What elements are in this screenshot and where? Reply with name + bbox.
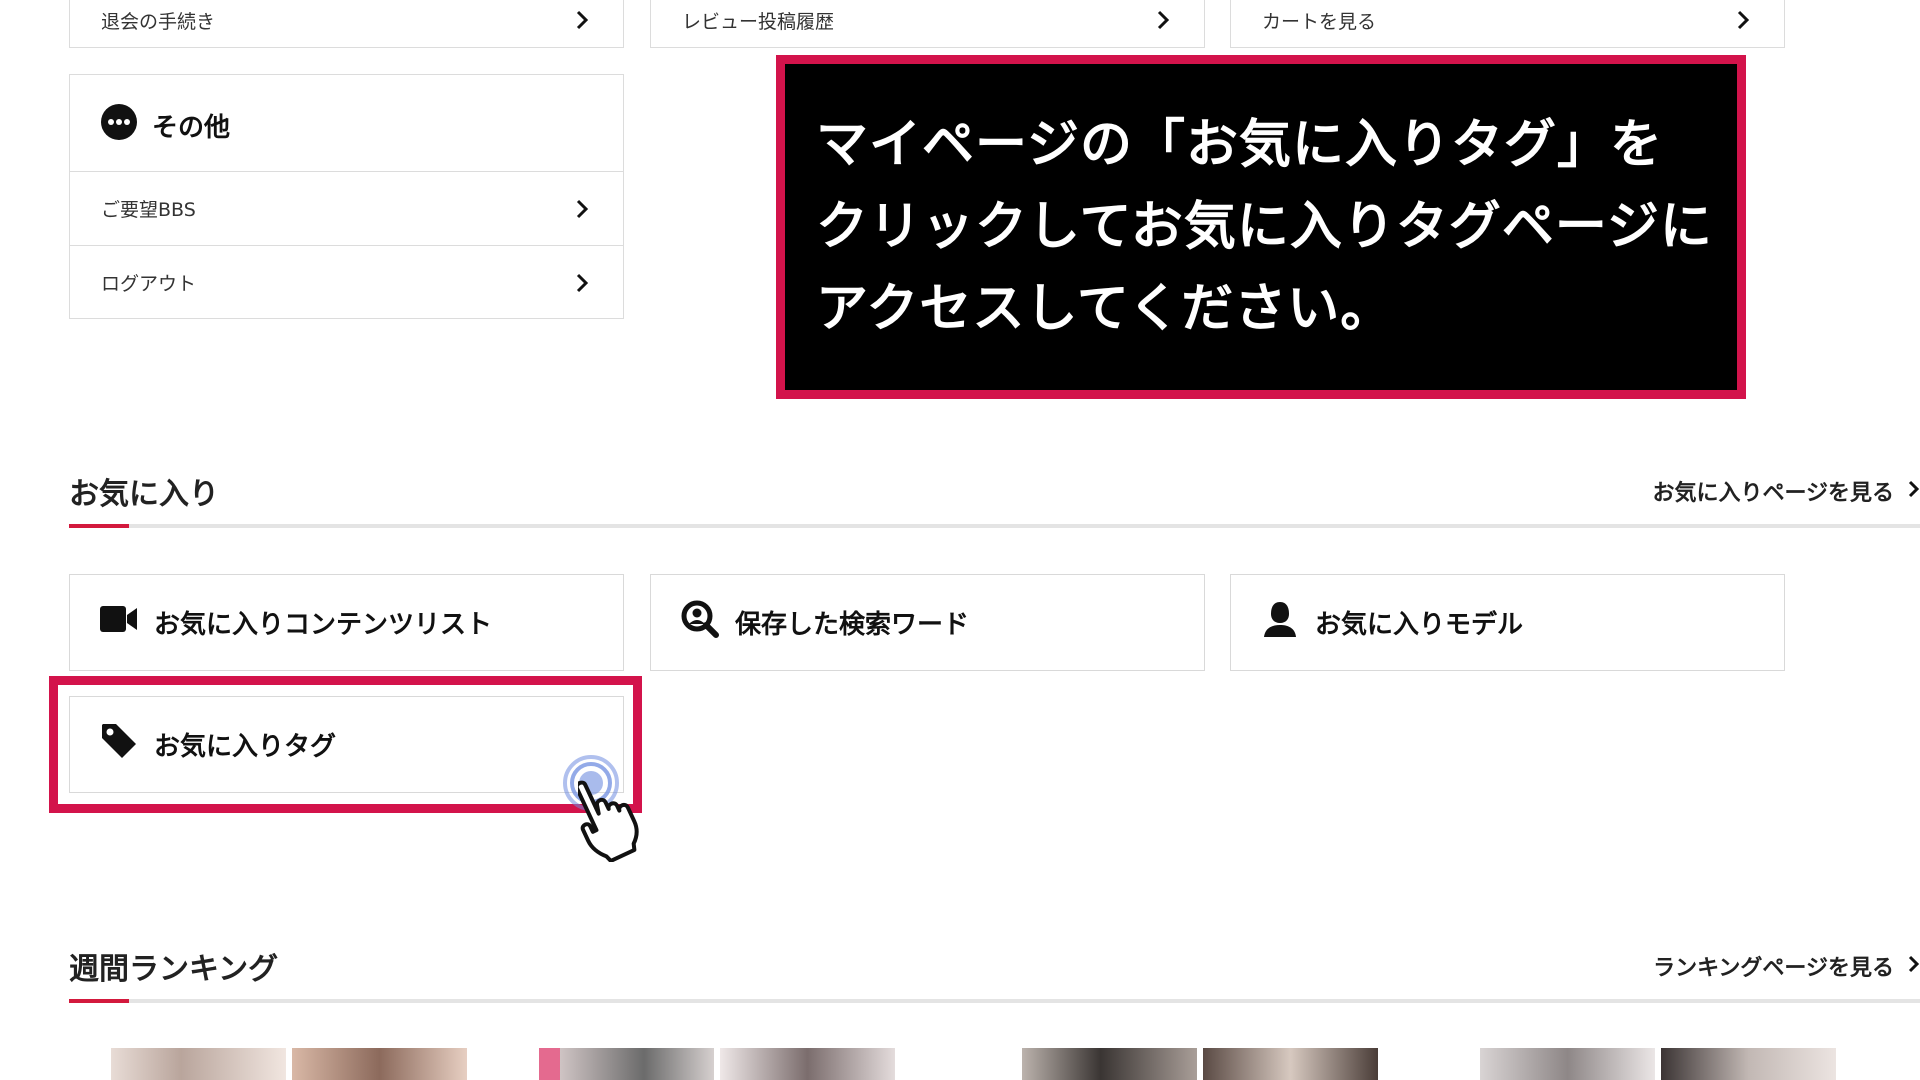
callout-line-2: クリックしてお気に入りタグページに: [816, 197, 1713, 257]
ranking-thumbnails-group-1[interactable]: [111, 1048, 467, 1080]
ranking-thumbnail[interactable]: [539, 1048, 714, 1080]
ranking-thumbnails-group-3[interactable]: [1022, 1048, 1378, 1080]
callout-line-1: マイページの「お気に入りタグ」を: [816, 115, 1663, 175]
saved-search-words-label: 保存した検索ワード: [735, 610, 970, 640]
person-icon: [1261, 600, 1299, 645]
ranking-thumbnail[interactable]: [292, 1048, 467, 1080]
ranking-thumbnail[interactable]: [111, 1048, 286, 1080]
callout-line-3: アクセスしてください。: [816, 279, 1394, 339]
ranking-page-link-label: ランキングページを見る: [1653, 956, 1894, 981]
favorites-section-title: お気に入り: [69, 477, 219, 512]
favorite-models-label: お気に入りモデル: [1315, 610, 1524, 640]
section-accent-bar: [69, 999, 129, 1003]
other-group-card: その他 ご要望BBS ログアウト: [69, 74, 624, 319]
more-dots-icon: [100, 103, 138, 148]
ranking-section-title: 週間ランキング: [69, 952, 279, 987]
top-card-review-history[interactable]: レビュー投稿履歴: [650, 0, 1205, 48]
logout-link[interactable]: ログアウト: [70, 246, 623, 319]
ranking-thumbnail[interactable]: [720, 1048, 895, 1080]
other-group-title: その他: [152, 113, 231, 143]
ranking-thumbnail[interactable]: [1203, 1048, 1378, 1080]
favorites-page-link[interactable]: お気に入りページを見る: [1652, 475, 1920, 507]
chevron-right-icon: [1152, 9, 1174, 31]
chevron-right-icon: [1732, 9, 1754, 31]
ranking-thumbnail[interactable]: [1480, 1048, 1655, 1080]
top-card-withdraw[interactable]: 退会の手続き: [69, 0, 624, 48]
hand-cursor-icon: [574, 772, 673, 863]
cart-link-label: カートを見る: [1262, 10, 1377, 33]
ranking-thumbnails-group-4[interactable]: [1480, 1048, 1836, 1080]
bbs-request-label: ご要望BBS: [101, 199, 196, 221]
bbs-request-link[interactable]: ご要望BBS: [70, 172, 623, 245]
instruction-callout: マイページの「お気に入りタグ」を クリックしてお気に入りタグページに アクセスし…: [776, 55, 1746, 399]
favorite-tags-highlight-frame: [49, 676, 642, 813]
withdraw-link-label: 退会の手続き: [101, 10, 216, 33]
video-camera-icon: [100, 604, 138, 641]
top-card-cart[interactable]: カートを見る: [1230, 0, 1785, 48]
logout-label: ログアウト: [101, 273, 197, 295]
chevron-right-icon: [571, 9, 593, 31]
ranking-thumbnail[interactable]: [1022, 1048, 1197, 1080]
other-group-header: その他: [100, 103, 230, 148]
ranking-thumbnail[interactable]: [1661, 1048, 1836, 1080]
saved-search-words-button[interactable]: 保存した検索ワード: [650, 574, 1205, 671]
chevron-right-icon: [571, 198, 593, 220]
chevron-right-icon: [571, 272, 593, 294]
favorites-page-link-label: お気に入りページを見る: [1652, 481, 1894, 506]
favorite-models-button[interactable]: お気に入りモデル: [1230, 574, 1785, 671]
favorite-contents-list-label: お気に入りコンテンツリスト: [154, 610, 493, 640]
favorites-section-underline: [69, 524, 1920, 528]
chevron-right-icon: [1908, 954, 1920, 979]
ranking-thumbnails-group-2[interactable]: [539, 1048, 895, 1080]
ranking-section-underline: [69, 999, 1920, 1003]
review-history-link-label: レビュー投稿履歴: [682, 10, 835, 33]
user-search-icon: [681, 600, 719, 645]
ranking-page-link[interactable]: ランキングページを見る: [1653, 950, 1920, 982]
favorite-contents-list-button[interactable]: お気に入りコンテンツリスト: [69, 574, 624, 671]
section-accent-bar: [69, 524, 129, 528]
chevron-right-icon: [1908, 479, 1920, 504]
